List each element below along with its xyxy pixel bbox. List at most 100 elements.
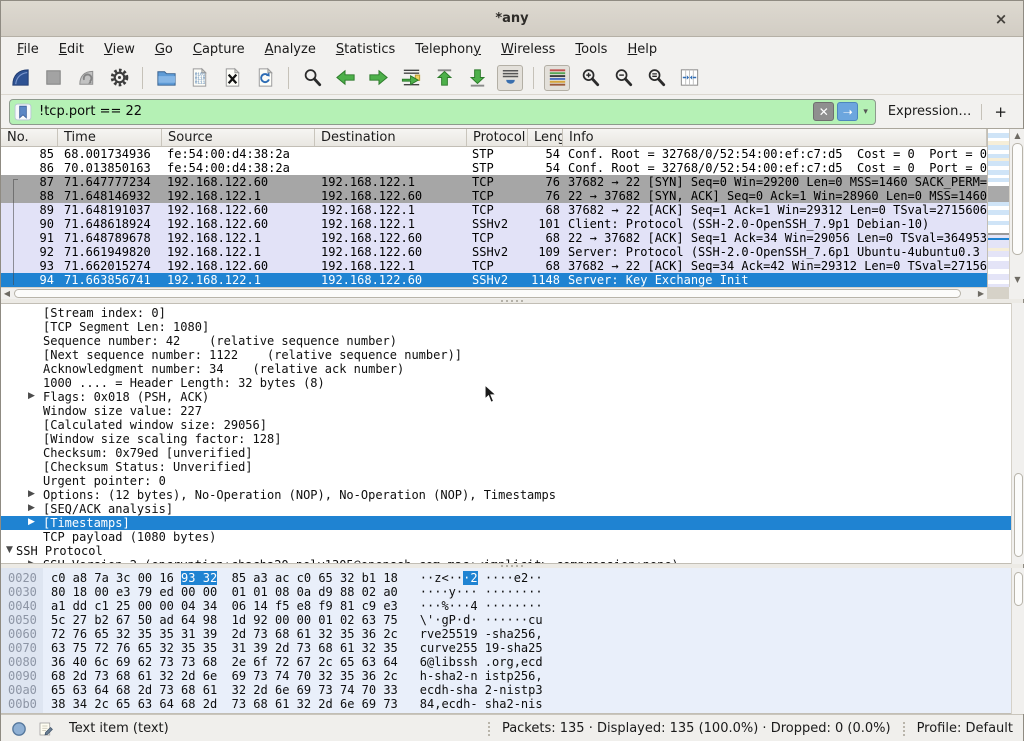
column-header-time[interactable]: Time — [58, 129, 162, 146]
zoom-original-icon[interactable] — [643, 65, 669, 91]
menu-edit[interactable]: Edit — [49, 39, 94, 60]
detail-line[interactable]: Sequence number: 42 (relative sequence n… — [1, 334, 1011, 348]
hex-row-0060[interactable]: 006072 76 65 32 35 35 31 39 2d 73 68 61 … — [1, 627, 1011, 641]
packet-row-85[interactable]: 8568.001734936fe:54:00:d4:38:2aSTP54Conf… — [1, 147, 987, 161]
detail-line[interactable]: ▶[Timestamps] — [1, 516, 1011, 530]
titlebar[interactable]: *any × — [1, 1, 1023, 37]
reload-file-icon[interactable] — [252, 65, 278, 91]
stop-capture-icon[interactable] — [40, 65, 66, 91]
menu-analyze[interactable]: Analyze — [255, 39, 326, 60]
detail-vscroll-thumb[interactable] — [1014, 473, 1023, 557]
go-forward-icon[interactable] — [365, 65, 391, 91]
hex-ascii[interactable]: ··z<···2 ····e2·· — [420, 571, 543, 585]
packet-list-hscrollbar[interactable]: ◀ ▶ — [1, 287, 987, 299]
hex-ascii[interactable]: h-sha2-n istp256, — [420, 669, 543, 683]
hex-row-0030[interactable]: 003080 18 00 e3 79 ed 00 00 01 01 08 0a … — [1, 585, 1011, 599]
zoom-out-icon[interactable] — [610, 65, 636, 91]
hex-bytes[interactable]: a1 dd c1 25 00 00 04 34 06 14 f5 e8 f9 8… — [51, 599, 398, 613]
column-header-destination[interactable]: Destination — [315, 129, 467, 146]
menu-view[interactable]: View — [94, 39, 145, 60]
filter-clear-button[interactable]: ✕ — [813, 102, 834, 121]
hex-ascii[interactable]: ····y··· ········ — [420, 585, 543, 599]
hex-row-0090[interactable]: 009068 2d 73 68 61 32 2d 6e 69 73 74 70 … — [1, 669, 1011, 683]
hex-row-0070[interactable]: 007063 75 72 76 65 32 35 35 31 39 2d 73 … — [1, 641, 1011, 655]
filter-text[interactable]: !tcp.port == 22 — [39, 104, 810, 119]
find-packet-icon[interactable] — [299, 65, 325, 91]
packet-row-94[interactable]: 9471.663856741192.168.122.1192.168.122.6… — [1, 273, 987, 287]
open-file-icon[interactable] — [153, 65, 179, 91]
detail-line[interactable]: [Stream index: 0] — [1, 306, 1011, 320]
detail-line[interactable]: [Next sequence number: 1122 (relative se… — [1, 348, 1011, 362]
menu-telephony[interactable]: Telephony — [405, 39, 491, 60]
hex-row-0020[interactable]: 0020c0 a8 7a 3c 00 16 93 32 85 a3 ac c0 … — [1, 571, 1011, 585]
packet-list-hscroll-thumb[interactable] — [14, 289, 961, 298]
hex-row-00a0[interactable]: 00a065 63 64 68 2d 73 68 61 32 2d 6e 69 … — [1, 683, 1011, 697]
close-icon[interactable]: × — [991, 9, 1011, 29]
filter-apply-button[interactable]: ➝ — [837, 102, 858, 121]
packet-minimap[interactable] — [987, 129, 1009, 287]
detail-line[interactable]: Checksum: 0x79ed [unverified] — [1, 446, 1011, 460]
detail-line[interactable]: [Checksum Status: Unverified] — [1, 460, 1011, 474]
packet-row-87[interactable]: 8771.647777234192.168.122.60192.168.122.… — [1, 175, 987, 189]
restart-capture-icon[interactable] — [73, 65, 99, 91]
column-header-info[interactable]: Info — [563, 129, 987, 146]
expand-arrow-icon[interactable]: ▶ — [28, 516, 35, 529]
hex-bytes[interactable]: 65 63 64 68 2d 73 68 61 32 2d 6e 69 73 7… — [51, 683, 398, 697]
hex-ascii[interactable]: ···%···4 ········ — [420, 599, 543, 613]
status-divider[interactable] — [488, 722, 490, 736]
detail-line[interactable]: [TCP Segment Len: 1080] — [1, 320, 1011, 334]
hex-bytes[interactable]: 68 2d 73 68 61 32 2d 6e 69 73 74 70 32 3… — [51, 669, 398, 683]
detail-line[interactable]: ▶[SEQ/ACK analysis] — [1, 502, 1011, 516]
packet-row-92[interactable]: 9271.661949820192.168.122.1192.168.122.6… — [1, 245, 987, 259]
detail-line[interactable]: TCP payload (1080 bytes) — [1, 530, 1011, 544]
menu-file[interactable]: File — [7, 39, 49, 60]
capture-options-icon[interactable] — [106, 65, 132, 91]
start-capture-icon[interactable] — [7, 65, 33, 91]
detail-line[interactable]: 1000 .... = Header Length: 32 bytes (8) — [1, 376, 1011, 390]
detail-line[interactable]: [Window size scaling factor: 128] — [1, 432, 1011, 446]
hex-ascii[interactable]: curve255 19-sha25 — [420, 641, 543, 655]
bytes-vscroll-thumb[interactable] — [1014, 572, 1023, 606]
filter-bookmark-icon[interactable] — [13, 102, 33, 122]
hex-ascii[interactable]: ecdh-sha 2-nistp3 — [420, 683, 543, 697]
hex-row-0080[interactable]: 008036 40 6c 69 62 73 73 68 2e 6f 72 67 … — [1, 655, 1011, 669]
menu-statistics[interactable]: Statistics — [326, 39, 405, 60]
detail-vscrollbar[interactable] — [1011, 303, 1024, 564]
menu-go[interactable]: Go — [145, 39, 183, 60]
auto-scroll-icon[interactable] — [497, 65, 523, 91]
filter-dropdown-icon[interactable]: ▾ — [863, 107, 868, 117]
detail-line[interactable]: ▶Flags: 0x018 (PSH, ACK) — [1, 390, 1011, 404]
menu-wireless[interactable]: Wireless — [491, 39, 565, 60]
packet-list-vscroll-thumb[interactable] — [1012, 143, 1023, 255]
expand-arrow-icon[interactable]: ▶ — [28, 502, 35, 515]
status-profile[interactable]: Profile: Default — [917, 721, 1013, 736]
expression-button[interactable]: Expression… — [888, 104, 972, 119]
packet-row-89[interactable]: 8971.648191037192.168.122.60192.168.122.… — [1, 203, 987, 217]
hex-bytes[interactable]: 38 34 2c 65 63 64 68 2d 73 68 61 32 2d 6… — [51, 697, 398, 711]
capture-comment-icon[interactable] — [37, 720, 55, 738]
scroll-down-icon[interactable]: ▼ — [1010, 274, 1024, 286]
detail-line[interactable]: ▼SSH Protocol — [1, 544, 1011, 558]
detail-line[interactable]: Acknowledgment number: 34 (relative ack … — [1, 362, 1011, 376]
scroll-up-icon[interactable]: ▲ — [1010, 130, 1024, 142]
column-header-no[interactable]: No. — [1, 129, 58, 146]
collapse-arrow-icon[interactable]: ▼ — [6, 544, 13, 557]
hex-ascii[interactable]: 84,ecdh- sha2-nis — [420, 697, 543, 711]
hex-bytes[interactable]: 72 76 65 32 35 35 31 39 2d 73 68 61 32 3… — [51, 627, 398, 641]
hex-ascii[interactable]: 6@libssh .org,ecd — [420, 655, 543, 669]
hex-bytes[interactable]: 80 18 00 e3 79 ed 00 00 01 01 08 0a d9 8… — [51, 585, 398, 599]
save-file-icon[interactable]: 010101100111 — [186, 65, 212, 91]
add-filter-button[interactable]: + — [994, 103, 1007, 121]
detail-line[interactable]: [Calculated window size: 29056] — [1, 418, 1011, 432]
menu-help[interactable]: Help — [617, 39, 667, 60]
expand-arrow-icon[interactable]: ▶ — [28, 488, 35, 501]
detail-line[interactable]: Urgent pointer: 0 — [1, 474, 1011, 488]
hex-row-00b0[interactable]: 00b038 34 2c 65 63 64 68 2d 73 68 61 32 … — [1, 697, 1011, 711]
packet-row-91[interactable]: 9171.648789678192.168.122.1192.168.122.6… — [1, 231, 987, 245]
hex-ascii[interactable]: rve25519 -sha256, — [420, 627, 543, 641]
bytes-vscrollbar[interactable] — [1011, 568, 1024, 714]
hex-bytes[interactable]: 36 40 6c 69 62 73 73 68 2e 6f 72 67 2c 6… — [51, 655, 398, 669]
packet-row-86[interactable]: 8670.013850163fe:54:00:d4:38:2aSTP54Conf… — [1, 161, 987, 175]
detail-line[interactable]: ▶Options: (12 bytes), No-Operation (NOP)… — [1, 488, 1011, 502]
detail-line[interactable]: Window size value: 227 — [1, 404, 1011, 418]
